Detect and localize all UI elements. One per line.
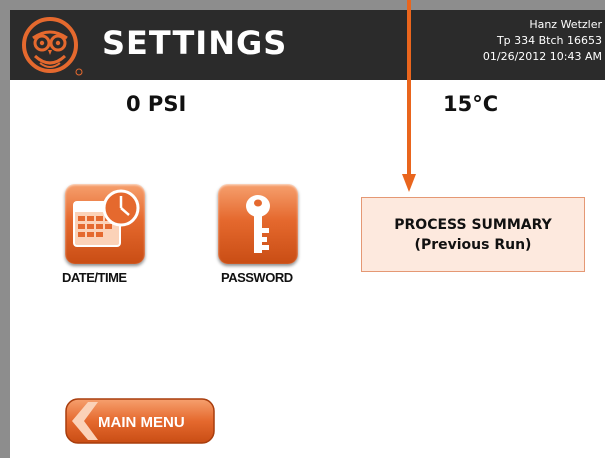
previous-run-label: (Previous Run) [414, 236, 532, 253]
pressure-reading: 0 PSI [126, 92, 187, 116]
arrow-down-icon [402, 0, 416, 192]
key-icon [246, 195, 270, 253]
current-datetime: 01/26/2012 10:43 AM [482, 50, 602, 63]
calendar-clock-icon [73, 189, 140, 247]
main-menu-button[interactable]: MAIN MENU [64, 396, 216, 446]
user-name: Hanz Wetzler [529, 18, 602, 31]
main-menu-label: MAIN MENU [98, 414, 185, 431]
process-summary-button[interactable]: PROCESS SUMMARY (Previous Run) [361, 197, 585, 272]
batch-number: Tp 334 Btch 16653 [496, 34, 602, 47]
session-info: Hanz Wetzler Tp 334 Btch 16653 01/26/201… [483, 17, 602, 65]
temperature-reading: 15°C [443, 92, 499, 116]
password-button[interactable] [218, 184, 298, 264]
owl-logo-icon [22, 17, 83, 76]
frame-border-top [0, 0, 605, 10]
frame-border-left [0, 0, 10, 458]
process-summary-label: PROCESS SUMMARY [394, 216, 552, 233]
header-bar: SETTINGS Hanz Wetzler Tp 334 Btch 16653 … [10, 10, 605, 80]
settings-screen: SETTINGS Hanz Wetzler Tp 334 Btch 16653 … [0, 0, 605, 458]
page-title: SETTINGS [102, 24, 288, 62]
date-time-button[interactable] [65, 184, 145, 264]
date-time-label: DATE/TIME [62, 270, 127, 285]
password-label: PASSWORD [221, 270, 293, 285]
